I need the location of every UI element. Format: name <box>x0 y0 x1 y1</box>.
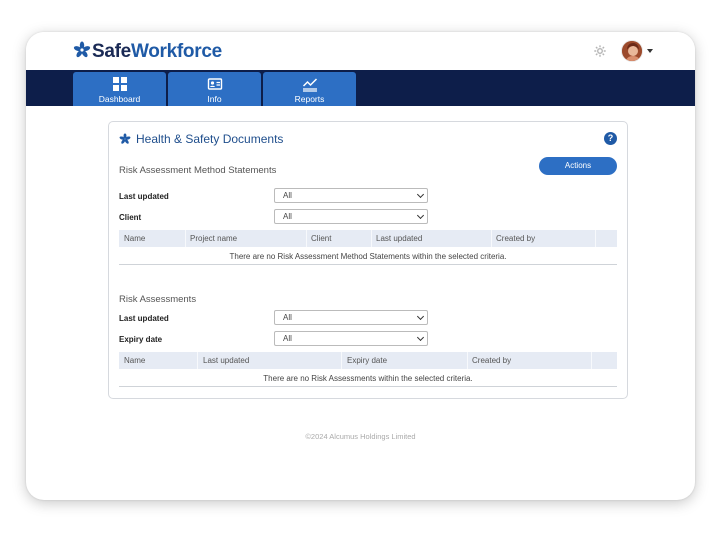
ra-section-title: Risk Assessments <box>119 294 197 305</box>
logo-text: SafeWorkforce <box>92 42 222 61</box>
column-header-client[interactable]: Client <box>306 230 331 247</box>
rams-last-updated-select[interactable]: All <box>274 188 428 203</box>
logo-text-workforce: Workforce <box>130 41 222 62</box>
rams-client-value: All <box>283 212 292 221</box>
rams-filter-client-label: Client <box>119 213 142 222</box>
tab-info[interactable]: Info <box>168 72 261 106</box>
ra-filter-last-updated-label: Last updated <box>119 314 169 323</box>
top-header: SafeWorkforce <box>26 32 695 70</box>
logo-text-safe: Safe <box>92 41 131 62</box>
tab-reports[interactable]: Reports <box>263 72 356 106</box>
safeworkforce-logo[interactable]: SafeWorkforce <box>73 38 222 61</box>
chart-icon <box>302 78 317 92</box>
tab-reports-label: Reports <box>294 94 325 104</box>
rams-empty-message: There are no Risk Assessment Method Stat… <box>119 248 617 265</box>
column-header-expiry-date[interactable]: Expiry date <box>342 352 387 369</box>
main-navbar: Dashboard Info Reports <box>26 70 695 106</box>
header-user-area <box>593 40 653 62</box>
rams-last-updated-value: All <box>283 191 292 200</box>
column-header-name[interactable]: Name <box>119 352 145 369</box>
rams-client-select[interactable]: All <box>274 209 428 224</box>
health-safety-documents-card: Health & Safety Documents ? Risk Assessm… <box>108 121 628 399</box>
chevron-down-icon <box>416 333 425 342</box>
avatar-image <box>622 41 642 61</box>
actions-button[interactable]: Actions <box>539 157 617 175</box>
ra-table-header: Name Last updated Expiry date Created by <box>119 352 617 369</box>
chevron-down-icon[interactable] <box>647 49 653 53</box>
tab-info-label: Info <box>207 94 222 104</box>
column-header-last-updated[interactable]: Last updated <box>371 230 422 247</box>
column-header-last-updated[interactable]: Last updated <box>198 352 249 369</box>
column-header-name[interactable]: Name <box>119 230 145 247</box>
column-header-project-name[interactable]: Project name <box>185 230 237 247</box>
ra-filter-expiry-date-label: Expiry date <box>119 335 163 344</box>
column-divider <box>591 352 592 369</box>
tab-dashboard-label: Dashboard <box>98 94 141 104</box>
ra-empty-message: There are no Risk Assessments within the… <box>119 370 617 387</box>
ra-last-updated-value: All <box>283 313 292 322</box>
tab-dashboard[interactable]: Dashboard <box>73 72 166 106</box>
avatar[interactable] <box>621 40 643 62</box>
page-title: Health & Safety Documents <box>136 132 284 146</box>
logo-flower-icon <box>119 133 131 144</box>
card-header: Health & Safety Documents <box>119 132 283 146</box>
ra-last-updated-select[interactable]: All <box>274 310 428 325</box>
chevron-down-icon <box>416 312 425 321</box>
logo-flower-icon <box>73 41 91 57</box>
column-divider <box>595 230 596 247</box>
help-icon[interactable]: ? <box>604 132 617 145</box>
chevron-down-icon <box>416 190 425 199</box>
id-card-icon <box>207 78 222 90</box>
rams-section-title: Risk Assessment Method Statements <box>119 165 277 176</box>
rams-filter-last-updated-label: Last updated <box>119 192 169 201</box>
footer-copyright: ©2024 Alcumus Holdings Limited <box>305 432 416 441</box>
chevron-down-icon <box>416 211 425 220</box>
gear-icon[interactable] <box>593 44 607 58</box>
grid-icon <box>112 77 127 91</box>
column-header-created-by[interactable]: Created by <box>467 352 511 369</box>
ra-expiry-date-value: All <box>283 334 292 343</box>
app-window: SafeWorkforce Dashboard Info Reports Hea… <box>26 32 695 500</box>
rams-table-header: Name Project name Client Last updated Cr… <box>119 230 617 247</box>
column-header-created-by[interactable]: Created by <box>491 230 535 247</box>
ra-expiry-date-select[interactable]: All <box>274 331 428 346</box>
